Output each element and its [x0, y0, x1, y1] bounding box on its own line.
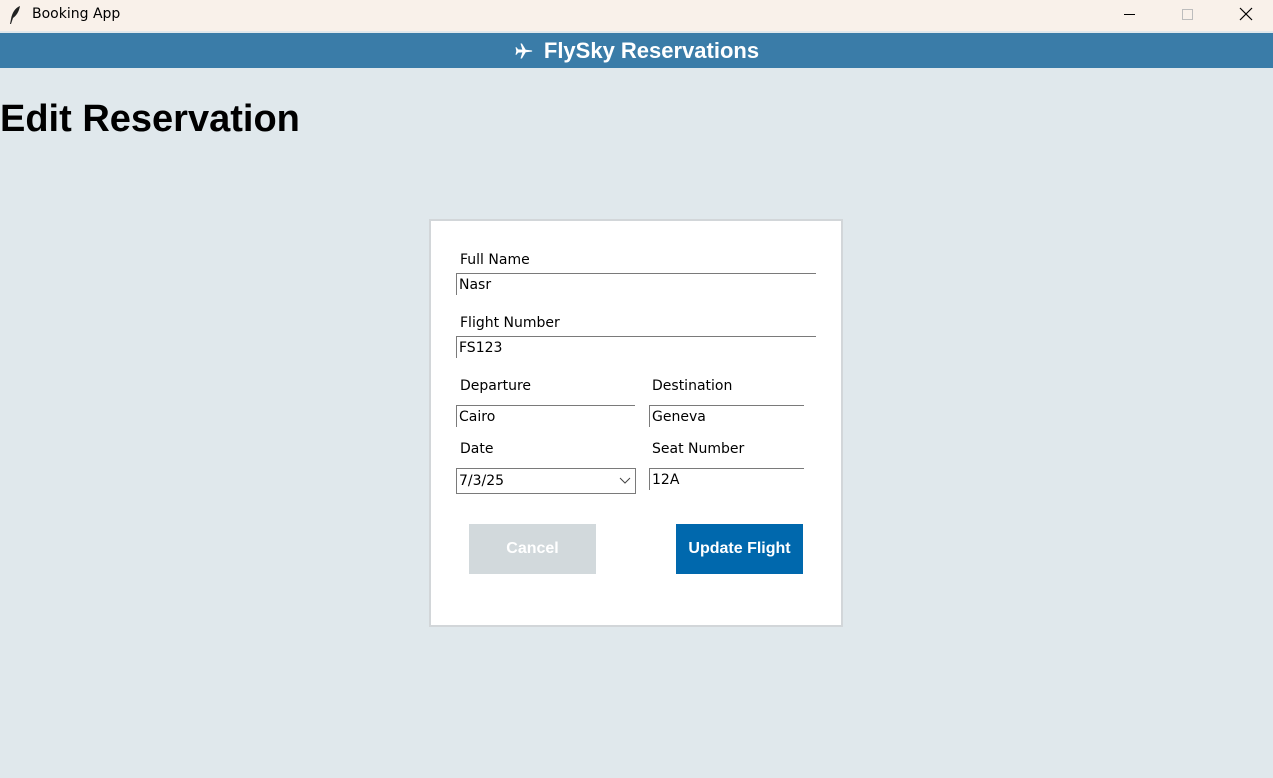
date-label: Date: [460, 441, 494, 457]
flight-number-input[interactable]: FS123: [456, 336, 816, 358]
minimize-button[interactable]: [1100, 0, 1158, 31]
airplane-icon: [515, 43, 533, 58]
maximize-button[interactable]: [1158, 0, 1216, 31]
flight-number-label: Flight Number: [460, 315, 560, 331]
minimize-icon: [1124, 14, 1135, 15]
feather-icon: [10, 6, 20, 24]
destination-input[interactable]: Geneva: [649, 405, 804, 427]
cancel-button[interactable]: Cancel: [469, 524, 596, 574]
date-dropdown[interactable]: 7/3/25: [456, 468, 636, 494]
departure-input[interactable]: Cairo: [456, 405, 635, 427]
window-title: Booking App: [32, 6, 121, 22]
full-name-input[interactable]: Nasr: [456, 273, 816, 295]
reservation-form: Full Name Nasr Flight Number FS123 Depar…: [429, 219, 843, 627]
departure-label: Departure: [460, 378, 532, 394]
seat-number-input[interactable]: 12A: [649, 468, 804, 490]
seat-number-label: Seat Number: [652, 441, 745, 457]
date-value: 7/3/25: [459, 473, 505, 489]
full-name-label: Full Name: [460, 252, 530, 268]
window-titlebar: Booking App: [0, 0, 1273, 31]
chevron-down-icon: [619, 477, 631, 484]
update-flight-button[interactable]: Update Flight: [676, 524, 803, 574]
app-header-title: FlySky Reservations: [543, 37, 760, 63]
destination-label: Destination: [652, 378, 733, 394]
close-button[interactable]: [1216, 0, 1273, 31]
app-header: FlySky Reservations: [0, 33, 1273, 68]
maximize-icon: [1182, 9, 1193, 20]
page-title: Edit Reservation: [0, 98, 300, 140]
close-icon: [1239, 7, 1253, 21]
